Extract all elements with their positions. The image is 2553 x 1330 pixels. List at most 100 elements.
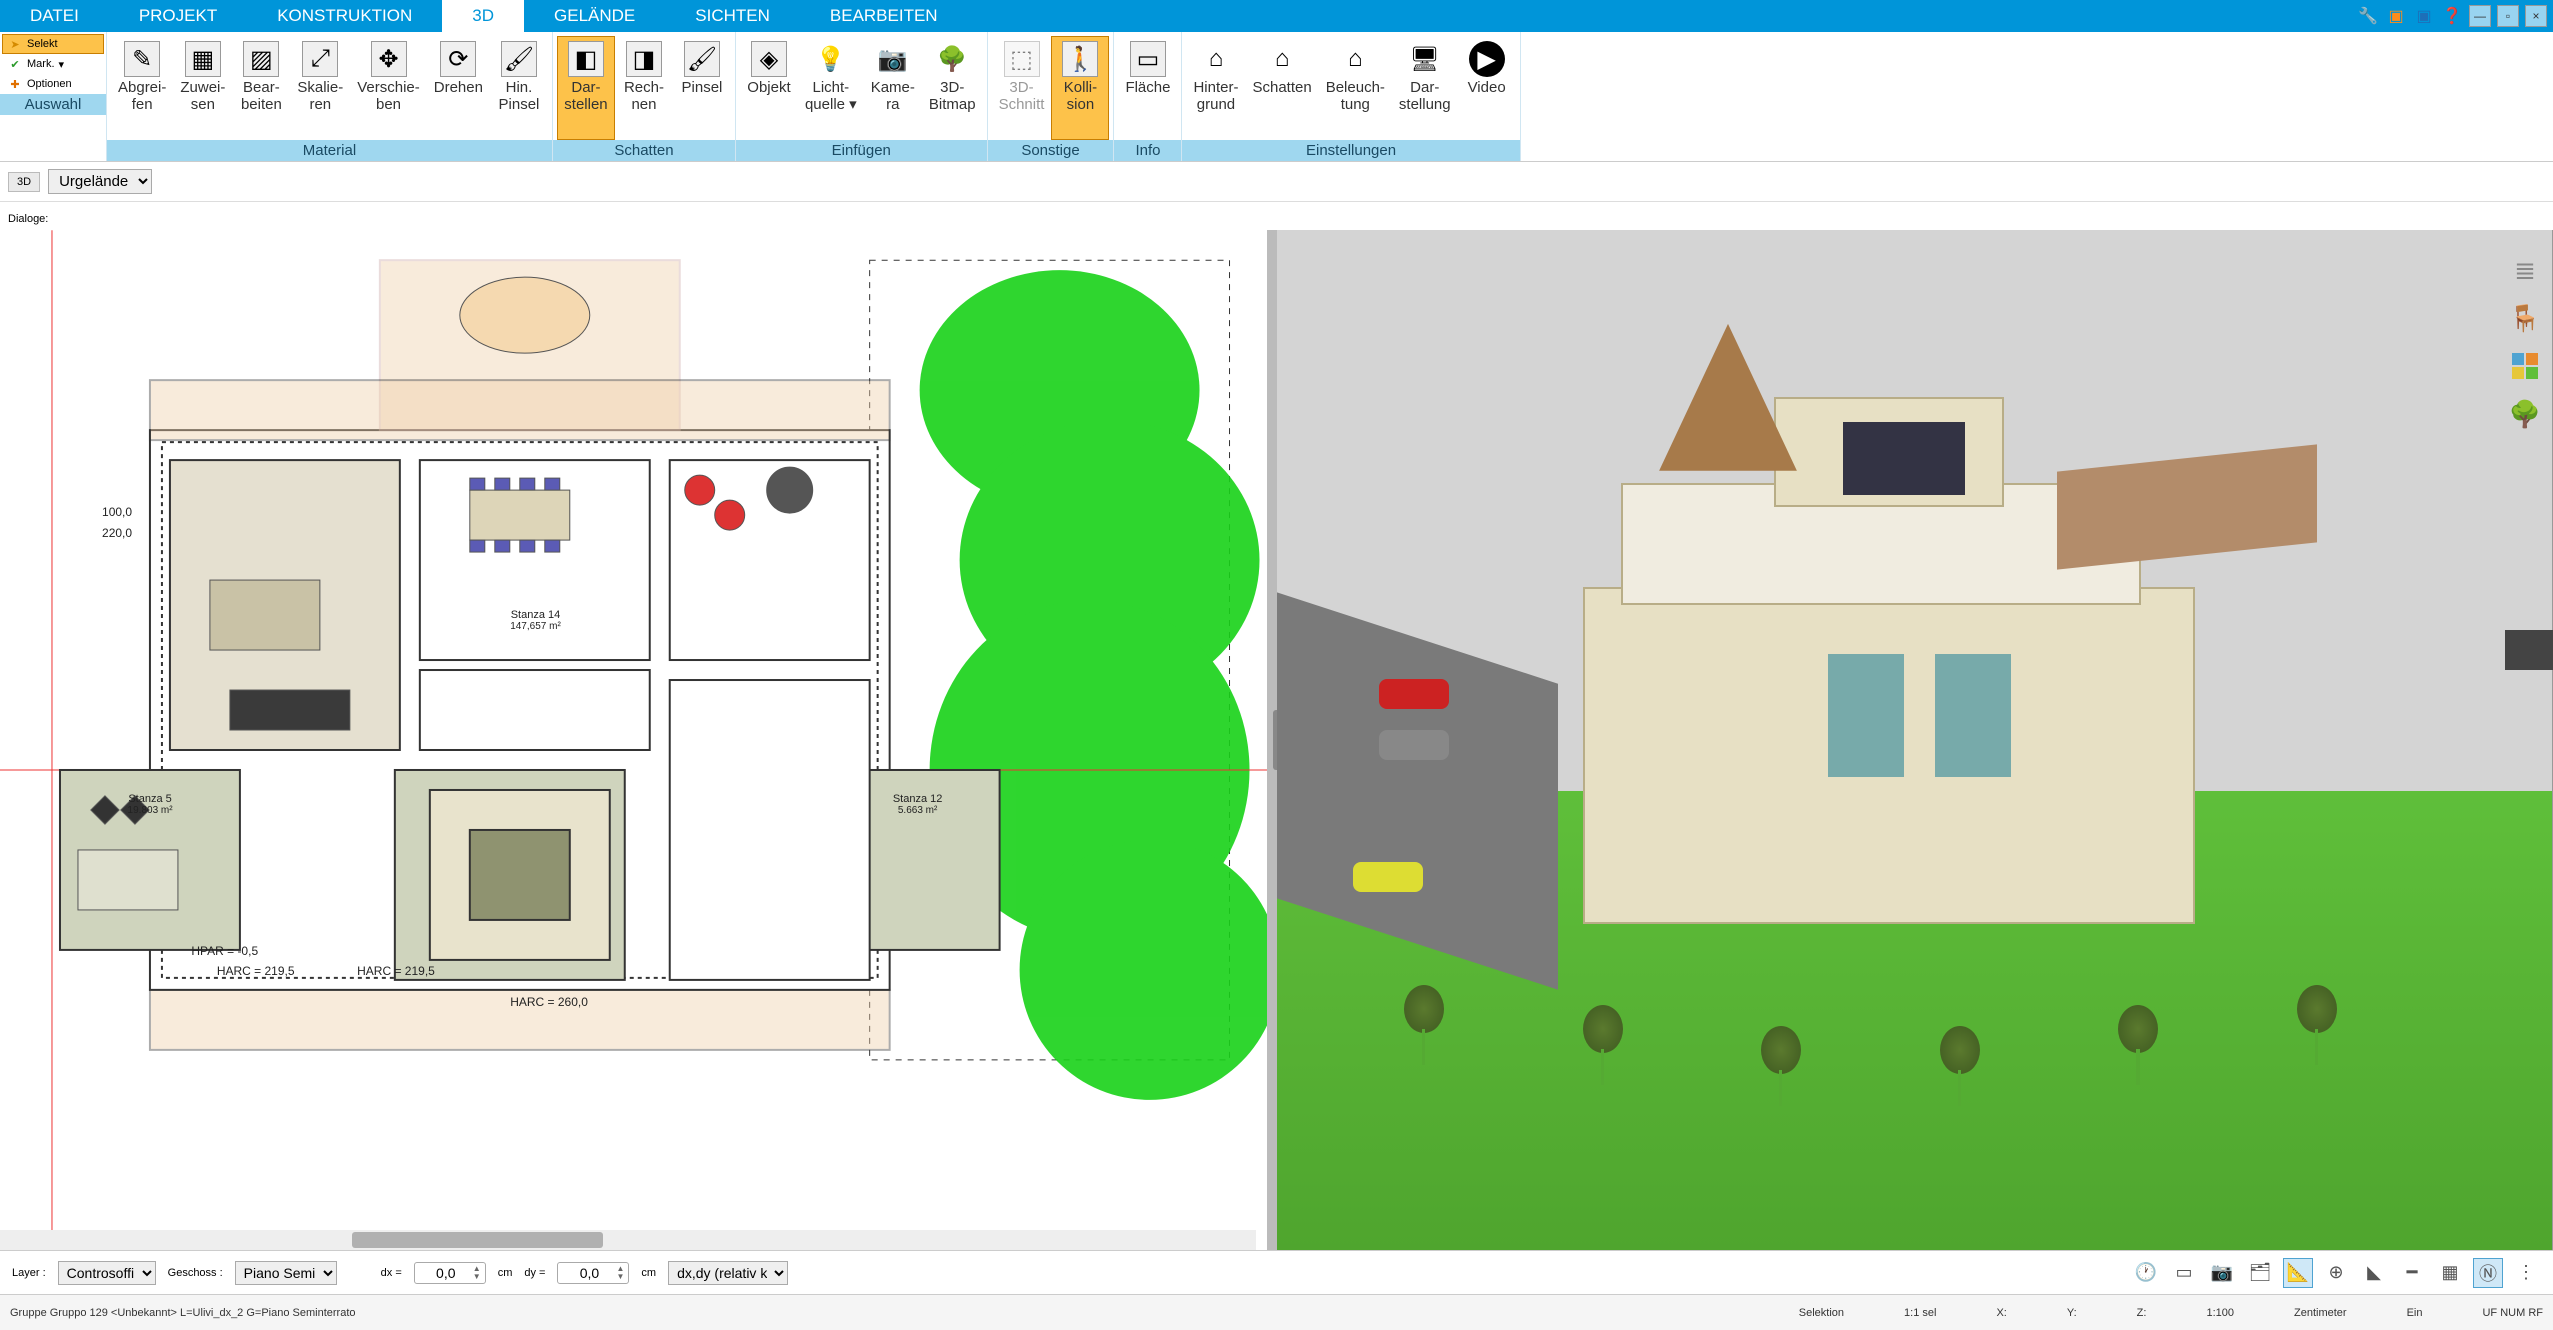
verschieben-button[interactable]: ✥Verschie-ben (350, 36, 427, 140)
restore-button[interactable]: ▫ (2497, 5, 2519, 27)
tree-side-icon[interactable]: 🌳 (2509, 398, 2541, 430)
selekt-button[interactable]: ➤ Selekt (2, 34, 104, 54)
lichtquelle-button[interactable]: 💡Licht-quelle ▾ (798, 36, 864, 140)
menu-gelaende[interactable]: GELÄNDE (524, 0, 665, 32)
house-light-icon: ⌂ (1337, 41, 1373, 77)
view-2d[interactable]: Stanza 14147,657 m² Stanza 519.803 m² St… (0, 230, 1277, 1250)
menu-bar: DATEI PROJEKT KONSTRUKTION 3D GELÄNDE SI… (0, 0, 2553, 32)
hscroll-2d[interactable] (0, 1230, 1256, 1250)
selekt-label: Selekt (27, 38, 58, 50)
bearbeiten-button[interactable]: ▨Bear-beiten (232, 36, 290, 140)
right-side-tab[interactable] (2505, 630, 2553, 670)
3d-tag[interactable]: 3D (8, 172, 40, 192)
box-orange-icon[interactable]: ▣ (2385, 5, 2407, 27)
minimize-button[interactable]: — (2469, 5, 2491, 27)
snap-n-icon[interactable]: Ⓝ (2473, 1258, 2503, 1288)
brush-icon: 🖌 (501, 41, 537, 77)
stack-icon[interactable]: 🗂 (2245, 1258, 2275, 1288)
rechnen-button[interactable]: ◨Rech-nen (615, 36, 673, 140)
help-icon[interactable]: ❓ (2441, 5, 2463, 27)
calc-icon: ◨ (626, 41, 662, 77)
drehen-button[interactable]: ⟳Drehen (427, 36, 490, 140)
status-y: Y: (2067, 1307, 2077, 1319)
plus-icon: ✚ (7, 76, 23, 92)
status-rf: RF (2528, 1307, 2543, 1319)
dy-input[interactable] (562, 1263, 616, 1283)
chair-icon[interactable]: 🪑 (2509, 302, 2541, 334)
geschoss-label: Geschoss : (168, 1267, 223, 1279)
abgreifen-button[interactable]: ✎Abgrei-fen (111, 36, 173, 140)
geschoss-combo[interactable]: Piano Semi (235, 1261, 337, 1285)
objekt-button[interactable]: ◈Objekt (740, 36, 798, 140)
layer-combo[interactable]: Controsoffi (58, 1261, 156, 1285)
close-button[interactable]: × (2525, 5, 2547, 27)
kollision-button[interactable]: 🚶Kolli-sion (1051, 36, 1109, 140)
menu-konstruktion[interactable]: KONSTRUKTION (247, 0, 442, 32)
dy-label: dy = (524, 1267, 545, 1279)
darstellung-button[interactable]: 🖥Dar-stellung (1392, 36, 1458, 140)
3d-schnitt-button[interactable]: ⬚3D-Schnitt (992, 36, 1052, 140)
status-ein: Ein (2407, 1307, 2423, 1319)
kamera-button[interactable]: 📷Kame-ra (864, 36, 922, 140)
menu-sichten[interactable]: SICHTEN (665, 0, 800, 32)
house-model (1506, 373, 2271, 985)
bulb-icon: 💡 (813, 41, 849, 77)
snap-point-icon[interactable]: ⊕ (2321, 1258, 2351, 1288)
palette-icon[interactable] (2509, 350, 2541, 382)
camera2-icon[interactable]: 📷 (2207, 1258, 2237, 1288)
flaeche-button[interactable]: ▭Fläche (1118, 36, 1177, 140)
darstellen-button[interactable]: ◧Dar-stellen (557, 36, 615, 140)
status-selektion: Selektion (1799, 1307, 1844, 1319)
mark-dropdown-icon: ▾ (59, 58, 65, 71)
skalieren-button[interactable]: ⤢Skalie-ren (290, 36, 350, 140)
beleuchtung-button[interactable]: ⌂Beleuch-tung (1319, 36, 1392, 140)
dy-input-wrapper: ▲▼ (557, 1262, 629, 1284)
hintergrund-button[interactable]: ⌂Hinter-grund (1186, 36, 1245, 140)
view-3d[interactable] (1277, 230, 2553, 1250)
area-icon: ▭ (1130, 41, 1166, 77)
snap-angle-icon[interactable]: 📐 (2283, 1258, 2313, 1288)
collision-icon: 🚶 (1062, 41, 1098, 77)
menu-datei[interactable]: DATEI (0, 0, 109, 32)
ribbon-group-einfuegen: ◈Objekt 💡Licht-quelle ▾ 📷Kame-ra 🌳3D-Bit… (736, 32, 988, 161)
menu-bearbeiten[interactable]: BEARBEITEN (800, 0, 968, 32)
optionen-label: Optionen (27, 78, 72, 90)
context-bar-1: 3D Urgelände (0, 162, 2553, 202)
ribbon-group-sonstige: ⬚3D-Schnitt 🚶Kolli-sion Sonstige (988, 32, 1115, 161)
dx-input[interactable] (419, 1263, 473, 1283)
schatten-settings-button[interactable]: ⌂Schatten (1245, 36, 1318, 140)
status-units: Zentimeter (2294, 1307, 2347, 1319)
layers-icon[interactable]: ≣ (2509, 254, 2541, 286)
group-einstellungen-label: Einstellungen (1182, 140, 1519, 161)
video-button[interactable]: ▶Video (1458, 36, 1516, 140)
dim-icon[interactable]: ▭ (2169, 1258, 2199, 1288)
section-icon: ⬚ (1004, 41, 1040, 77)
dim-harc260: HARC = 260,0 (510, 995, 588, 1009)
car-red (1379, 679, 1449, 709)
hintergrund-pinsel-button[interactable]: 🖌Hin.Pinsel (490, 36, 548, 140)
coord-mode-combo[interactable]: dx,dy (relativ ka (668, 1261, 788, 1285)
dx-spinner[interactable]: ▲▼ (473, 1265, 481, 1281)
snap-corner-icon[interactable]: ◣ (2359, 1258, 2389, 1288)
menu-projekt[interactable]: PROJEKT (109, 0, 247, 32)
terrain-combo[interactable]: Urgelände (48, 169, 152, 194)
optionen-button[interactable]: ✚ Optionen (2, 74, 104, 94)
unit-cm-2: cm (641, 1267, 656, 1279)
more-icon[interactable]: ⋮ (2511, 1258, 2541, 1288)
menu-3d[interactable]: 3D (442, 0, 524, 32)
dy-spinner[interactable]: ▲▼ (616, 1265, 624, 1281)
box-blue-icon[interactable]: ▣ (2413, 5, 2435, 27)
wrench-icon[interactable]: 🔧 (2357, 5, 2379, 27)
dim-harc219-2: HARC = 219,5 (357, 964, 435, 978)
mark-button[interactable]: ✔ Mark. ▾ (2, 54, 104, 74)
object-icon: ◈ (751, 41, 787, 77)
grid-icon[interactable]: ▦ (2435, 1258, 2465, 1288)
clock-icon[interactable]: 🕐 (2131, 1258, 2161, 1288)
3d-bitmap-button[interactable]: 🌳3D-Bitmap (922, 36, 983, 140)
snap-edge-icon[interactable]: ━ (2397, 1258, 2427, 1288)
status-uf: UF (2482, 1307, 2497, 1319)
cube-shadow-icon: ◧ (568, 41, 604, 77)
pinsel-button[interactable]: 🖌Pinsel (673, 36, 731, 140)
zuweisen-button[interactable]: ▦Zuwei-sen (173, 36, 232, 140)
status-num: NUM (2500, 1307, 2525, 1319)
